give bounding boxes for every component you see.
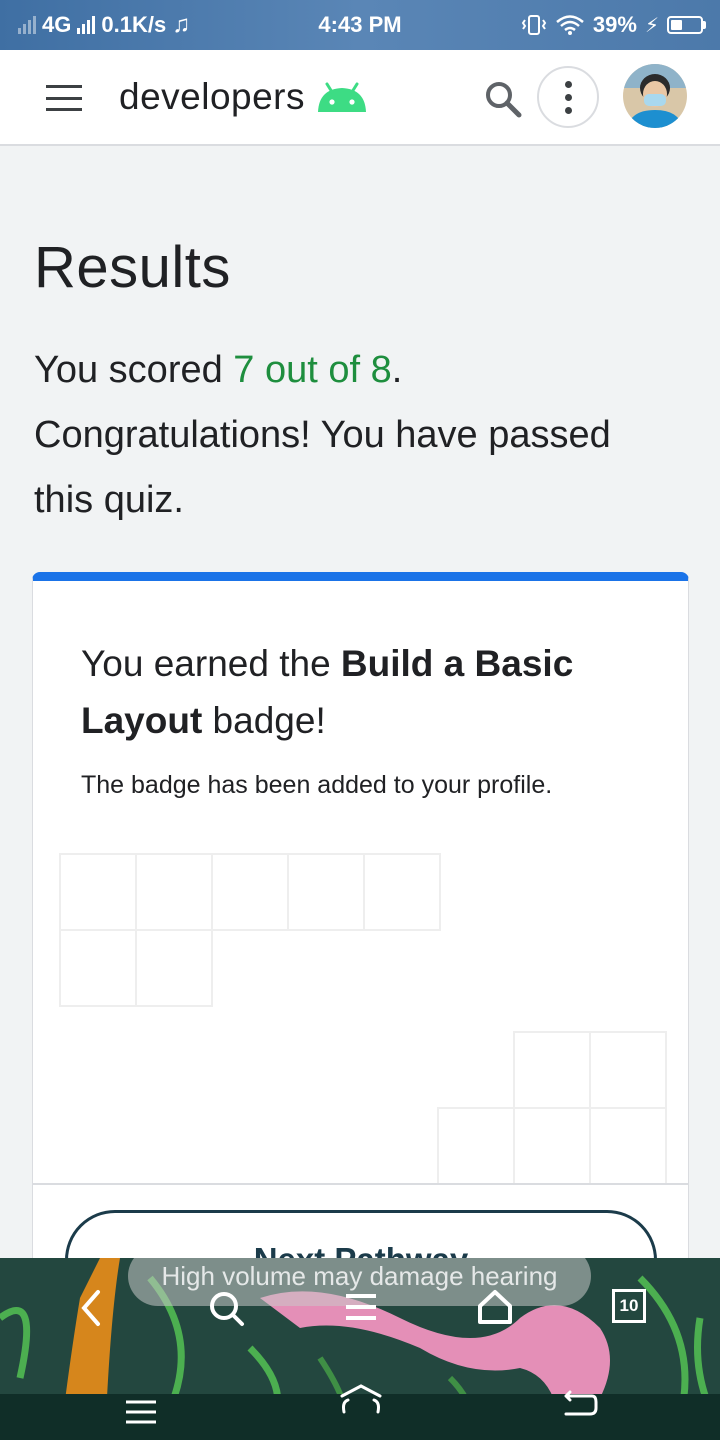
badge-heading: You earned the Build a Basic Layout badg…	[81, 635, 641, 749]
signal-icon	[18, 16, 36, 34]
signal-strength-icon	[77, 16, 96, 34]
battery-icon	[667, 16, 706, 34]
back-icon[interactable]	[560, 1386, 600, 1422]
app-bar: developers	[0, 50, 720, 146]
vibrate-icon	[521, 15, 547, 35]
status-bar: 4G 0.1K/s ♫ 4:43 PM 39% ⚡	[0, 0, 720, 50]
home-icon[interactable]	[476, 1288, 514, 1326]
bottom-overlay: High volume may damage hearing 10	[0, 1258, 720, 1440]
charging-icon: ⚡	[644, 14, 659, 37]
score-message: You scored 7 out of 8. Congratulations! …	[34, 338, 624, 533]
card-divider	[33, 1183, 688, 1185]
score-prefix: You scored	[34, 349, 234, 391]
page-title: Results	[34, 235, 231, 300]
recents-icon[interactable]	[124, 1398, 158, 1428]
tabs-count-button[interactable]: 10	[612, 1289, 646, 1323]
search-icon[interactable]	[206, 1288, 246, 1328]
home-icon[interactable]	[338, 1382, 384, 1422]
more-vert-icon[interactable]	[537, 66, 599, 128]
menu-icon[interactable]	[46, 83, 82, 113]
status-right: 39% ⚡	[521, 12, 706, 38]
badge-heading-suffix: badge!	[202, 700, 326, 741]
music-note-icon: ♫	[172, 11, 191, 38]
android-icon	[318, 82, 367, 112]
badge-subtext: The badge has been added to your profile…	[81, 771, 553, 799]
wifi-icon	[556, 15, 584, 35]
logo-text: developers	[119, 76, 306, 117]
badge-heading-prefix: You earned the	[81, 643, 341, 684]
score-value: 7 out of 8	[233, 349, 392, 391]
search-icon[interactable]	[482, 78, 524, 120]
avatar-image	[623, 64, 687, 128]
status-left: 4G 0.1K/s ♫	[18, 11, 190, 39]
developers-logo[interactable]: developers	[119, 76, 369, 118]
menu-icon[interactable]	[344, 1290, 378, 1324]
network-type: 4G	[42, 12, 72, 37]
network-speed: 0.1K/s	[101, 12, 167, 37]
avatar[interactable]	[623, 64, 687, 128]
tabs-count: 10	[619, 1296, 639, 1315]
system-nav-bar	[0, 1384, 720, 1440]
back-icon[interactable]	[76, 1288, 106, 1328]
battery-percent: 39%	[592, 12, 637, 37]
badge-card: You earned the Build a Basic Layout badg…	[32, 572, 689, 1272]
